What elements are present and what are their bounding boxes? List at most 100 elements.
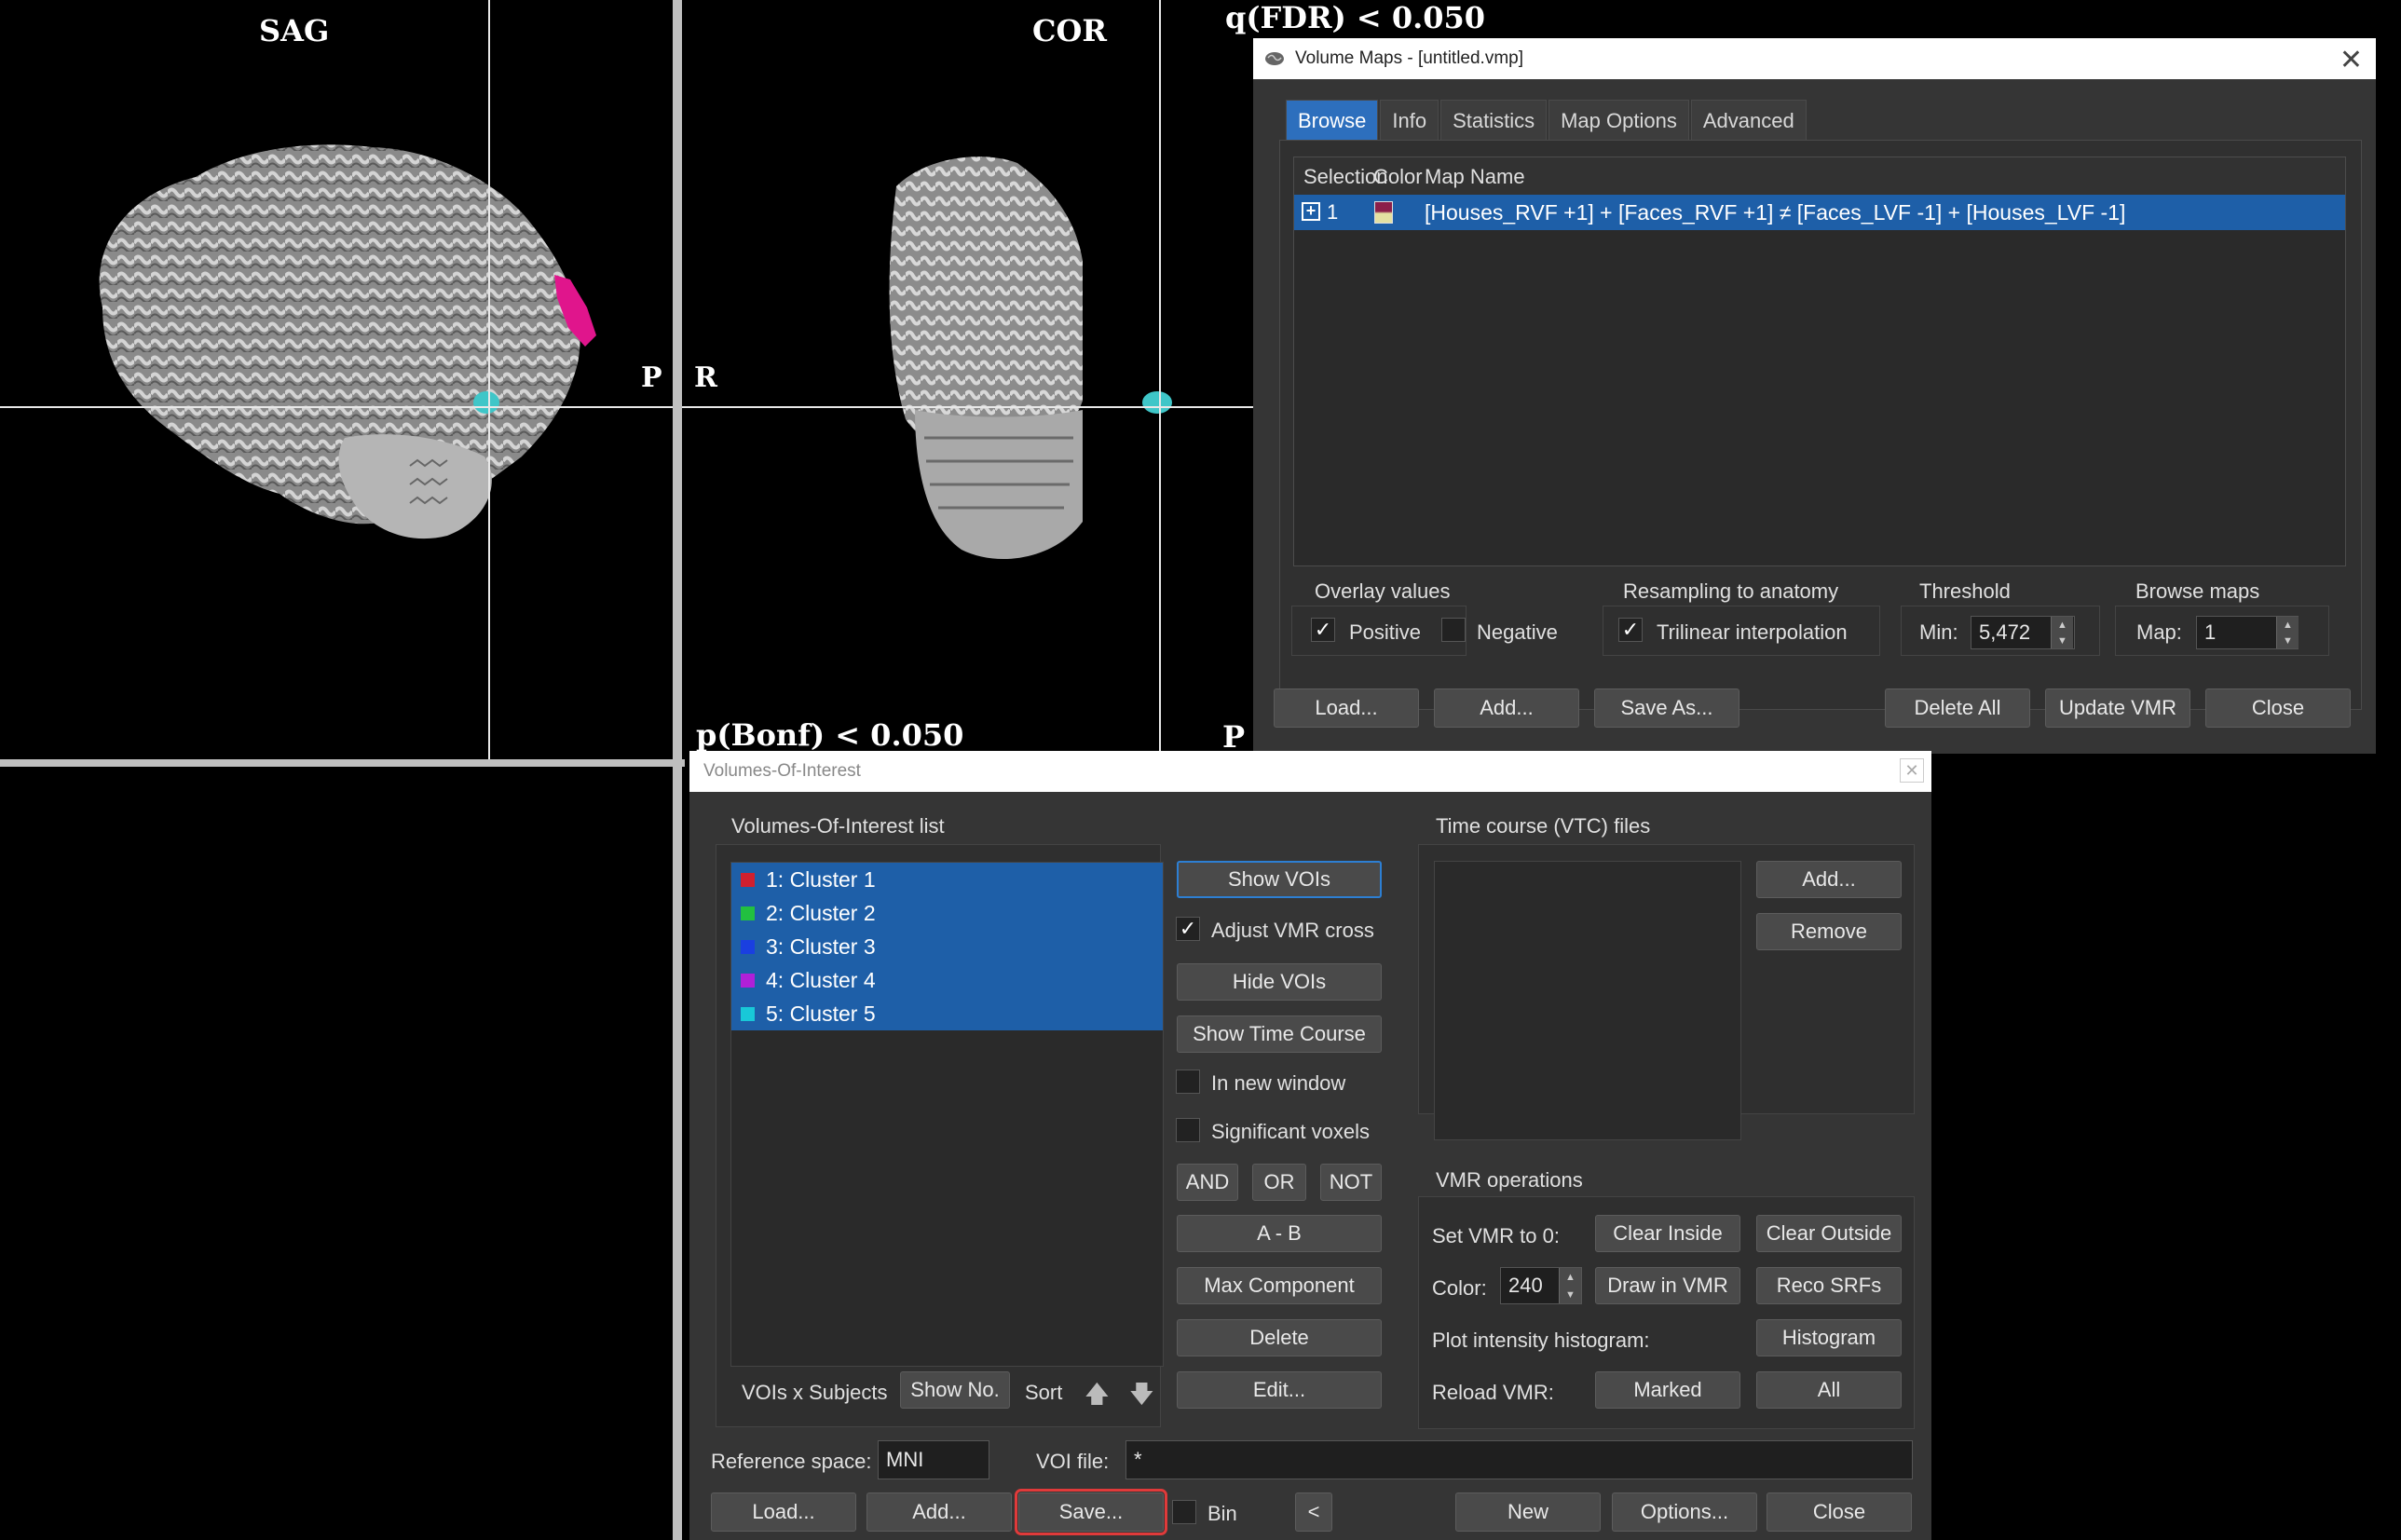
- list-item[interactable]: 5: Cluster 5: [731, 997, 1163, 1030]
- voi-color-swatch: [741, 906, 755, 920]
- vtc-files-label: Time course (VTC) files: [1436, 814, 1651, 838]
- options-button[interactable]: Options...: [1612, 1492, 1757, 1532]
- tab-info[interactable]: Info: [1380, 100, 1439, 141]
- close-icon[interactable]: ✕: [1900, 758, 1924, 783]
- cor-crosshair-v: [1159, 0, 1161, 759]
- reload-all-button[interactable]: All: [1756, 1371, 1902, 1409]
- clear-outside-button[interactable]: Clear Outside: [1756, 1215, 1902, 1252]
- set-vmr-to-0-label: Set VMR to 0:: [1432, 1224, 1560, 1247]
- draw-in-vmr-button[interactable]: Draw in VMR: [1595, 1267, 1740, 1304]
- tab-advanced[interactable]: Advanced: [1690, 100, 1807, 141]
- maps-table[interactable]: Selection Color Map Name + 1 [Houses_RVF…: [1293, 157, 2346, 566]
- new-voi-button[interactable]: New: [1455, 1492, 1601, 1532]
- orient-r-label: R: [694, 361, 717, 394]
- voi-file-input[interactable]: *: [1125, 1440, 1913, 1479]
- maps-table-header: Selection Color Map Name: [1294, 157, 2345, 195]
- table-row[interactable]: + 1 [Houses_RVF +1] + [Faces_RVF +1] ≠ […: [1294, 195, 2345, 230]
- clear-inside-button[interactable]: Clear Inside: [1595, 1215, 1740, 1252]
- edit-voi-button[interactable]: Edit...: [1177, 1371, 1382, 1409]
- load-maps-button[interactable]: Load...: [1274, 688, 1419, 728]
- negative-checkbox[interactable]: [1441, 618, 1466, 642]
- sort-up-icon[interactable]: 🡅: [1085, 1377, 1110, 1418]
- map-index-spinner[interactable]: ▲ ▼: [2276, 617, 2299, 648]
- histogram-button[interactable]: Histogram: [1756, 1319, 1902, 1356]
- tab-statistics[interactable]: Statistics: [1440, 100, 1548, 141]
- delete-all-button[interactable]: Delete All: [1885, 688, 2030, 728]
- bonf-threshold-label: p(Bonf) < 0.050: [696, 717, 964, 753]
- orient-p2-label: P: [1222, 719, 1246, 755]
- sag-crosshair-h: [0, 406, 673, 408]
- in-new-window-label: In new window: [1211, 1071, 1346, 1095]
- color-value-spinner[interactable]: ▲ ▼: [1559, 1268, 1581, 1303]
- adjust-vmr-cross-checkbox[interactable]: ✓: [1176, 917, 1200, 941]
- sagittal-brain-image: [99, 144, 596, 539]
- map-label: Map:: [2136, 620, 2182, 644]
- overlay-values-label: Overlay values: [1315, 579, 1451, 603]
- reload-marked-button[interactable]: Marked: [1595, 1371, 1740, 1409]
- voi-titlebar[interactable]: Volumes-Of-Interest ✕: [689, 751, 1931, 792]
- list-item[interactable]: 1: Cluster 1: [731, 863, 1163, 896]
- min-threshold-spinner[interactable]: ▲ ▼: [2051, 617, 2073, 648]
- sagittal-view[interactable]: SAG P: [0, 0, 673, 759]
- significant-voxels-checkbox[interactable]: [1176, 1118, 1200, 1142]
- and-button[interactable]: AND: [1177, 1164, 1238, 1201]
- hide-vois-button[interactable]: Hide VOIs: [1177, 963, 1382, 1001]
- load-voi-button[interactable]: Load...: [711, 1492, 856, 1532]
- prev-button[interactable]: <: [1295, 1492, 1332, 1532]
- sort-down-icon[interactable]: 🡇: [1129, 1377, 1154, 1418]
- list-item[interactable]: 3: Cluster 3: [731, 930, 1163, 963]
- close-icon[interactable]: ✕: [2340, 44, 2363, 76]
- a-minus-b-button[interactable]: A - B: [1177, 1215, 1382, 1252]
- vtc-remove-button[interactable]: Remove: [1756, 913, 1902, 950]
- close-maps-button[interactable]: Close: [2205, 688, 2351, 728]
- delete-voi-button[interactable]: Delete: [1177, 1319, 1382, 1356]
- reference-space-input[interactable]: MNI: [878, 1440, 989, 1479]
- reference-space-label: Reference space:: [711, 1450, 872, 1473]
- voi-color-swatch: [741, 939, 755, 954]
- bin-checkbox[interactable]: [1172, 1500, 1196, 1524]
- add-maps-button[interactable]: Add...: [1434, 688, 1579, 728]
- cor-label: COR: [1032, 13, 1107, 48]
- update-vmr-button[interactable]: Update VMR: [2045, 688, 2190, 728]
- sag-crosshair-v: [488, 0, 490, 759]
- map-color-swatch[interactable]: [1374, 201, 1393, 224]
- col-color[interactable]: Color: [1373, 165, 1423, 189]
- save-voi-button[interactable]: Save...: [1015, 1489, 1167, 1535]
- voi-dialog: Volumes-Of-Interest ✕ Volumes-Of-Interes…: [689, 751, 1931, 1540]
- sort-label: Sort: [1025, 1381, 1063, 1404]
- reco-srfs-button[interactable]: Reco SRFs: [1756, 1267, 1902, 1304]
- col-map-name[interactable]: Map Name: [1425, 165, 1525, 189]
- save-as-maps-button[interactable]: Save As...: [1594, 688, 1739, 728]
- max-component-button[interactable]: Max Component: [1177, 1267, 1382, 1304]
- voi-color-swatch: [741, 872, 755, 887]
- volume-maps-titlebar[interactable]: Volume Maps - [untitled.vmp] ✕: [1253, 38, 2376, 79]
- not-button[interactable]: NOT: [1320, 1164, 1382, 1201]
- trilinear-label: Trilinear interpolation: [1657, 620, 1848, 644]
- list-item[interactable]: 2: Cluster 2: [731, 896, 1163, 930]
- trilinear-checkbox[interactable]: ✓: [1618, 618, 1643, 642]
- expand-icon[interactable]: +: [1302, 202, 1320, 221]
- tab-map-options[interactable]: Map Options: [1548, 100, 1689, 141]
- show-no-button[interactable]: Show No.: [900, 1371, 1010, 1409]
- in-new-window-checkbox[interactable]: [1176, 1070, 1200, 1094]
- positive-label: Positive: [1349, 620, 1422, 644]
- or-button[interactable]: OR: [1252, 1164, 1306, 1201]
- view-divider-vertical[interactable]: [673, 0, 682, 1540]
- vtc-list[interactable]: [1434, 861, 1741, 1140]
- min-label: Min:: [1919, 620, 1958, 644]
- threshold-label: Threshold: [1919, 579, 2011, 603]
- add-voi-button[interactable]: Add...: [866, 1492, 1012, 1532]
- show-time-course-button[interactable]: Show Time Course: [1177, 1015, 1382, 1053]
- orient-p-label: P: [641, 361, 662, 394]
- row-map-name: [Houses_RVF +1] + [Faces_RVF +1] ≠ [Face…: [1425, 200, 2126, 225]
- show-vois-button[interactable]: Show VOIs: [1177, 861, 1382, 898]
- tab-browse[interactable]: Browse: [1286, 100, 1379, 141]
- voi-list[interactable]: 1: Cluster 1 2: Cluster 2 3: Cluster 3 4…: [730, 862, 1164, 1367]
- close-voi-button[interactable]: Close: [1767, 1492, 1912, 1532]
- list-item[interactable]: 4: Cluster 4: [731, 963, 1163, 997]
- vmr-operations-label: VMR operations: [1436, 1168, 1583, 1192]
- view-divider-horizontal[interactable]: [0, 759, 685, 767]
- fdr-threshold-label: q(FDR) < 0.050: [1218, 0, 1494, 35]
- positive-checkbox[interactable]: ✓: [1311, 618, 1335, 642]
- vtc-add-button[interactable]: Add...: [1756, 861, 1902, 898]
